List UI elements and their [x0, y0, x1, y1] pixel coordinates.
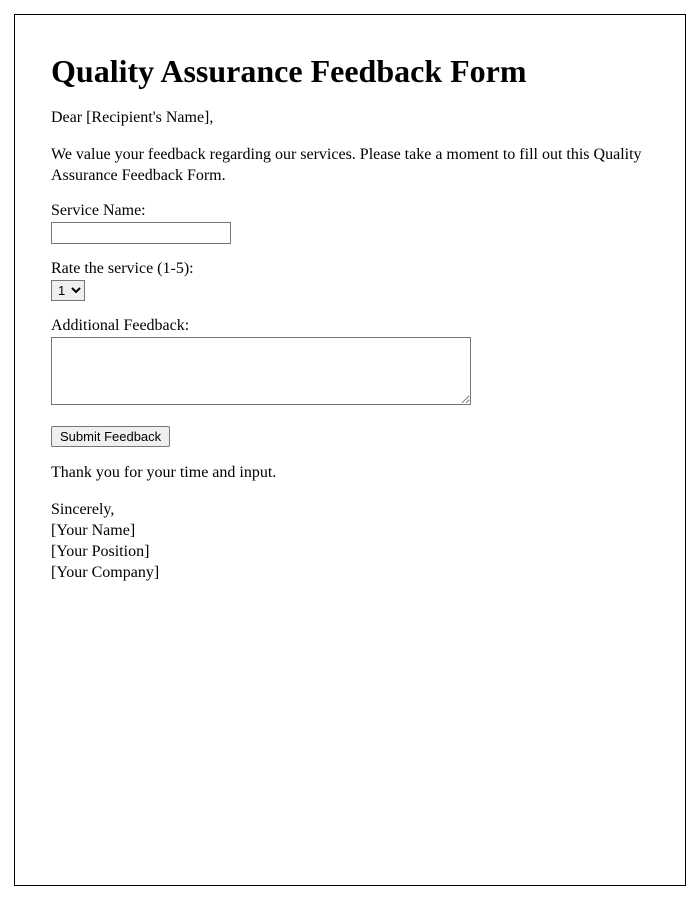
signoff-name: [Your Name] — [51, 521, 649, 542]
service-name-field: Service Name: — [51, 202, 649, 244]
signoff-company: [Your Company] — [51, 563, 649, 584]
feedback-textarea[interactable] — [51, 337, 471, 405]
feedback-label: Additional Feedback: — [51, 317, 649, 335]
signoff-block: Sincerely, [Your Name] [Your Position] [… — [51, 500, 649, 583]
signoff-sincerely: Sincerely, — [51, 500, 649, 521]
rating-field: Rate the service (1-5): 12345 — [51, 260, 649, 301]
service-name-input[interactable] — [51, 222, 231, 244]
intro-text: We value your feedback regarding our ser… — [51, 145, 649, 187]
thanks-text: Thank you for your time and input. — [51, 463, 649, 484]
page-title: Quality Assurance Feedback Form — [51, 53, 649, 90]
form-page: Quality Assurance Feedback Form Dear [Re… — [14, 14, 686, 886]
submit-button[interactable]: Submit Feedback — [51, 426, 170, 447]
rating-label: Rate the service (1-5): — [51, 260, 649, 278]
service-name-label: Service Name: — [51, 202, 649, 220]
signoff-position: [Your Position] — [51, 542, 649, 563]
greeting: Dear [Recipient's Name], — [51, 108, 649, 129]
rating-select[interactable]: 12345 — [51, 280, 85, 301]
feedback-field: Additional Feedback: — [51, 317, 649, 410]
